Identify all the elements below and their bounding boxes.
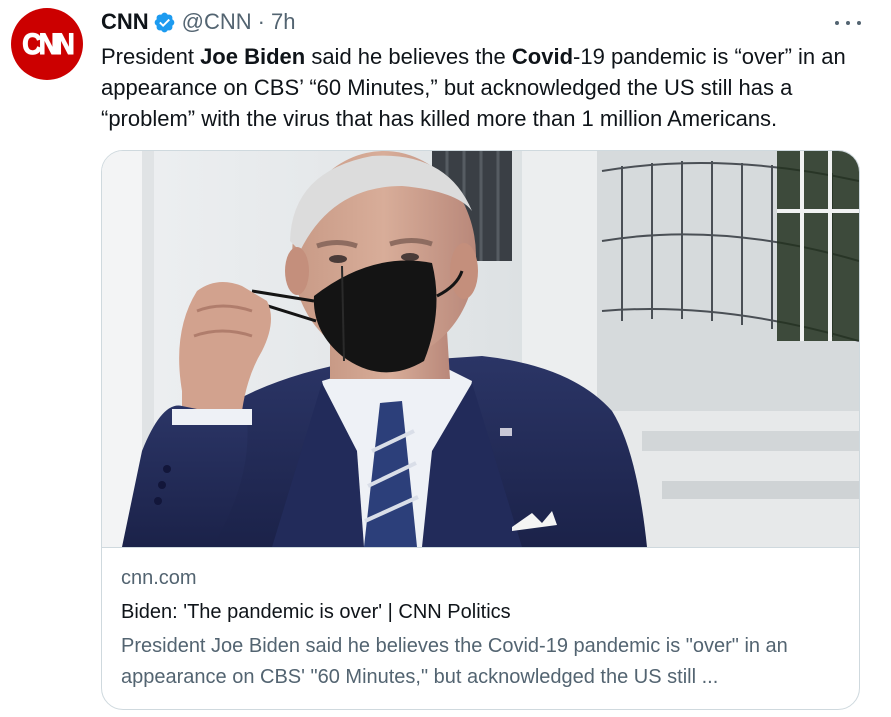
card-meta: cnn.com Biden: 'The pandemic is over' | … (121, 563, 846, 693)
avatar[interactable]: CNN (11, 8, 83, 80)
tweet-timestamp[interactable]: 7h (271, 9, 295, 35)
card-image[interactable] (102, 151, 859, 548)
tweet-text-segment: said he believes the (305, 44, 512, 69)
tweet-text-segment: President (101, 44, 201, 69)
tweet-header: CNN @CNN · 7h (101, 7, 295, 37)
tweet-text-bold: Joe Biden (200, 44, 306, 69)
card-domain: cnn.com (121, 567, 197, 589)
link-preview-card[interactable]: cnn.com Biden: 'The pandemic is over' | … (101, 150, 860, 710)
author-handle[interactable]: @CNN (182, 9, 252, 35)
author-name[interactable]: CNN (101, 9, 149, 35)
verified-badge-icon (154, 12, 174, 32)
card-photo (102, 151, 859, 547)
more-dot (835, 21, 839, 25)
card-title: Biden: 'The pandemic is over' | CNN Poli… (121, 601, 511, 623)
separator-dot: · (257, 9, 265, 34)
tweet-text-bold: Covid (511, 44, 574, 69)
tweet-text: President Joe Biden said he believes the… (101, 41, 871, 134)
more-dot (846, 21, 850, 25)
cnn-logo: CNN (22, 26, 75, 60)
card-description: President Joe Biden said he believes the… (121, 635, 788, 688)
more-dot (857, 21, 861, 25)
more-options-icon[interactable] (835, 14, 861, 32)
